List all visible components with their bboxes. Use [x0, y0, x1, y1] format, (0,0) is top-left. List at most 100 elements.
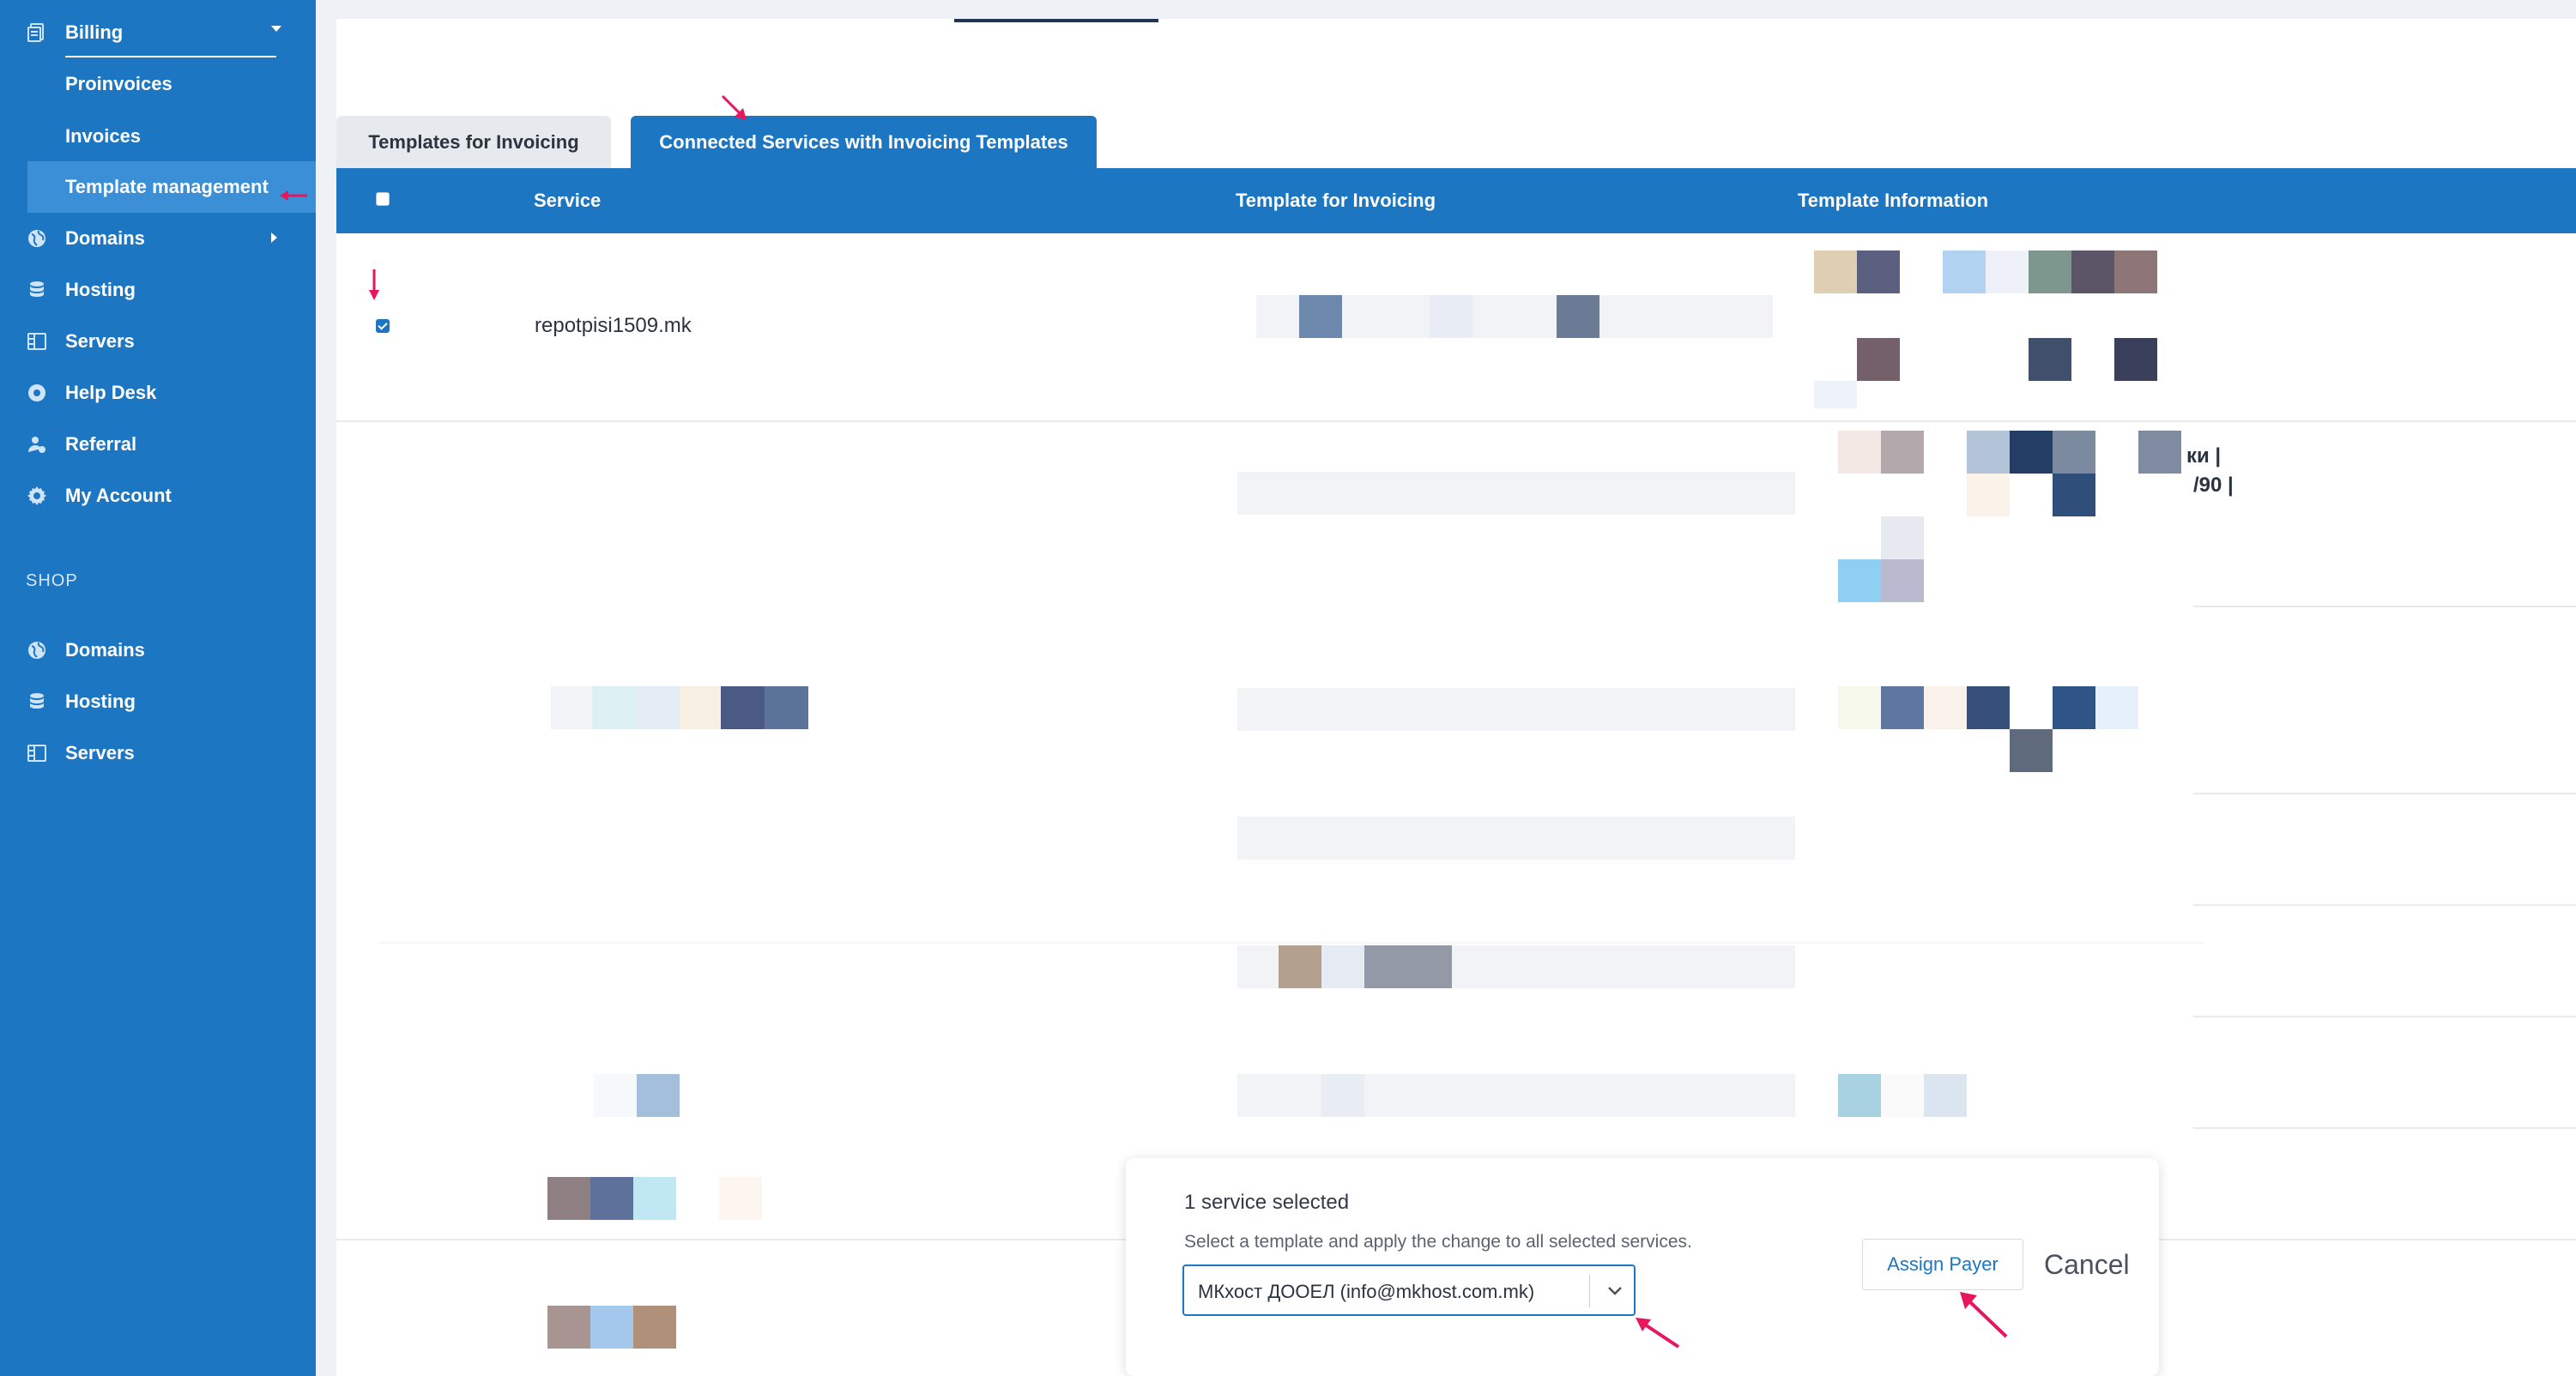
panel-instructions: Select a template and apply the change t…: [1184, 1232, 1692, 1252]
row-checkbox[interactable]: [376, 319, 390, 333]
redacted-block: [2095, 686, 2138, 729]
redacted-block: [1430, 295, 1472, 338]
redacted-block: [633, 1306, 676, 1349]
redacted-block: [1967, 431, 2010, 474]
redacted-block: [2029, 338, 2071, 381]
redacted-block: [1279, 945, 1321, 988]
redacted-block: [1881, 1074, 1924, 1117]
sidebar-item-label: Domains: [65, 639, 145, 661]
redacted-block: [1557, 295, 1599, 338]
chevron-down-icon[interactable]: [271, 26, 281, 32]
selection-count: 1 service selected: [1184, 1191, 1350, 1214]
cancel-button[interactable]: Cancel: [2044, 1239, 2130, 1290]
redacted-block: [594, 1074, 637, 1117]
divider: [65, 56, 276, 57]
redacted-block: [2114, 250, 2157, 293]
column-header-service[interactable]: Service: [534, 190, 601, 212]
shop-section-label: SHOP: [26, 571, 78, 590]
column-header-info[interactable]: Template Information: [1798, 190, 1988, 212]
sidebar-item-label: Billing: [65, 21, 124, 43]
assign-payer-button[interactable]: Assign Payer: [1862, 1239, 2023, 1290]
redacted-template: [1237, 472, 1795, 515]
redacted-block: [2114, 338, 2157, 381]
sidebar-item-label: Domains: [65, 227, 145, 249]
redacted-block: [637, 1074, 680, 1117]
redacted-block: [1924, 686, 1967, 729]
annotation-arrow: [721, 94, 747, 120]
redacted-block: [1364, 945, 1452, 988]
payer-template-select[interactable]: МКхост ДООЕЛ (info@mkhost.com.mk): [1182, 1264, 1636, 1316]
redacted-block: [2053, 686, 2095, 729]
select-value: МКхост ДООЕЛ (info@mkhost.com.mk): [1198, 1281, 1535, 1302]
billing-icon: [26, 21, 48, 44]
sidebar-item-referral[interactable]: Referral: [26, 424, 136, 465]
referral-icon: [26, 433, 48, 456]
divider: [1589, 1275, 1590, 1307]
redacted-block: [590, 1306, 633, 1349]
sidebar-item-label: Servers: [65, 330, 135, 352]
redacted-block: [1857, 250, 1900, 293]
globe-icon: [26, 639, 48, 661]
tab-connected-services[interactable]: Connected Services with Invoicing Templa…: [631, 116, 1097, 169]
redacted-block: [719, 1177, 762, 1220]
lifebuoy-icon: [26, 382, 48, 404]
sidebar-item-billing[interactable]: Billing: [26, 12, 123, 53]
database-icon: [26, 279, 48, 301]
sidebar: Billing Proinvoices Invoices Template ma…: [0, 0, 316, 1376]
redacted-block: [633, 1177, 676, 1220]
redacted-block: [1838, 686, 1881, 729]
annotation-arrow: [1636, 1318, 1680, 1349]
redacted-block: [2053, 474, 2095, 516]
sidebar-item-label: Help Desk: [65, 382, 157, 403]
redacted-block: [2138, 431, 2181, 474]
sidebar-item-template-management[interactable]: Template management: [27, 161, 316, 213]
row-divider: [2193, 793, 2576, 794]
sidebar-item-my-account[interactable]: My Account: [26, 475, 172, 516]
redacted-block: [1881, 686, 1924, 729]
redacted-block: [590, 1177, 633, 1220]
sidebar-item-servers[interactable]: Servers: [26, 321, 135, 362]
redacted-block: [1838, 431, 1881, 474]
tab-templates-for-invoicing[interactable]: Templates for Invoicing: [336, 116, 611, 169]
shop-item-hosting[interactable]: Hosting: [26, 681, 136, 722]
redacted-block: [1881, 431, 1924, 474]
server-icon: [26, 330, 48, 353]
partial-info-text: /90 |: [2193, 474, 2234, 497]
redacted-block: [1838, 559, 1881, 602]
sidebar-item-domains[interactable]: Domains: [26, 218, 145, 259]
chevron-down-icon[interactable]: [1605, 1280, 1625, 1301]
shop-item-servers[interactable]: Servers: [26, 733, 135, 774]
sidebar-item-label: My Account: [65, 485, 172, 506]
annotation-arrow: [280, 190, 307, 201]
redacted-block: [1881, 559, 1924, 602]
gear-icon: [26, 485, 48, 507]
sidebar-item-proinvoices[interactable]: Proinvoices: [65, 67, 172, 101]
sidebar-item-invoices[interactable]: Invoices: [65, 119, 141, 154]
redacted-block: [2010, 729, 2053, 772]
select-all-checkbox[interactable]: [376, 192, 390, 206]
sidebar-item-help-desk[interactable]: Help Desk: [26, 372, 156, 413]
sidebar-item-hosting[interactable]: Hosting: [26, 269, 136, 311]
table-header: Service Template for Invoicing Template …: [336, 168, 2576, 233]
redacted-block: [1299, 295, 1342, 338]
redacted-block: [2071, 250, 2114, 293]
redacted-block: [1857, 338, 1900, 381]
redacted-block: [547, 1306, 590, 1349]
redacted-block: [1321, 1074, 1364, 1117]
redacted-service: [551, 686, 808, 729]
chevron-right-icon[interactable]: [271, 232, 277, 243]
server-icon: [26, 742, 48, 764]
redacted-block: [2010, 431, 2053, 474]
sidebar-item-label: Servers: [65, 742, 135, 763]
redacted-block: [1838, 1074, 1881, 1117]
database-icon: [26, 691, 48, 713]
sidebar-item-label: Hosting: [65, 691, 136, 712]
redacted-block: [2029, 250, 2071, 293]
redacted-template: [1237, 817, 1795, 860]
shop-item-domains[interactable]: Domains: [26, 630, 145, 671]
row-divider: [378, 942, 2205, 944]
column-header-template[interactable]: Template for Invoicing: [1236, 190, 1436, 212]
redacted-block: [2053, 431, 2095, 474]
redacted-block: [1321, 945, 1364, 988]
service-name[interactable]: repotpisi1509.mk: [535, 314, 692, 338]
